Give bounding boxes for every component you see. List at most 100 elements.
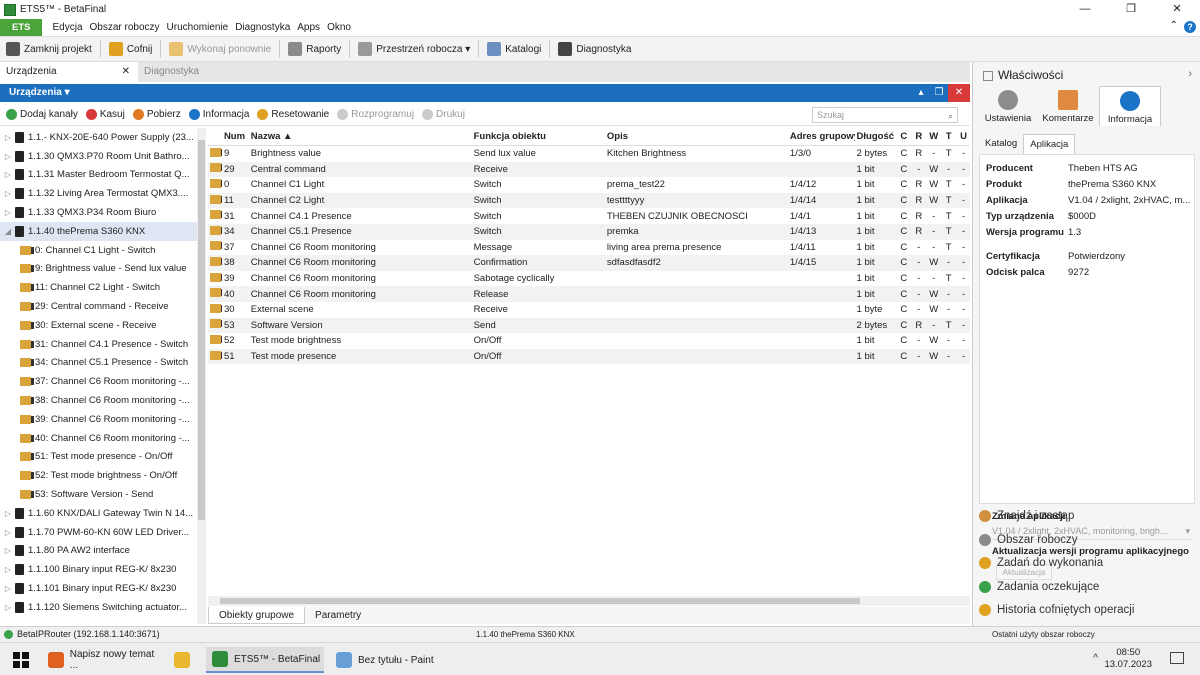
table-row[interactable]: 51 Test mode presence On/Off 1 bit C - W - - (208, 348, 970, 365)
tab-urzadzenia[interactable]: Urządzenia ✕ (0, 62, 138, 82)
clock[interactable]: 08:50 13.07.2023 (1104, 647, 1152, 671)
tray-expand-icon[interactable]: ^ (1093, 653, 1098, 664)
tree-group-object-item[interactable]: 9: Brightness value - Send lux value (0, 260, 205, 279)
table-row[interactable]: 29 Central command Receive 1 bit C - W - - (208, 161, 970, 178)
devices-add-button[interactable]: Dodaj kanały (6, 109, 78, 120)
tree-group-object-item[interactable]: 0: Channel C1 Light - Switch (0, 241, 205, 260)
link-undo-history[interactable]: Historia cofniętych operacji (979, 604, 1134, 616)
link-find-replace[interactable]: Znajdź i zastąp (979, 510, 1074, 522)
menu-diagnostyka[interactable]: Diagnostyka (235, 22, 290, 33)
link-todo[interactable]: Zadań do wykonania (979, 557, 1103, 569)
header-r[interactable]: R (910, 131, 925, 142)
expand-icon[interactable]: ▷ (3, 565, 13, 574)
tab-diagnostyka[interactable]: Diagnostyka (138, 62, 276, 82)
devices-panel-title[interactable]: Urządzenia ▾ (9, 87, 70, 98)
header-w[interactable]: W (925, 131, 940, 142)
taskbar-app-firefox[interactable]: Napisz nowy temat ... (42, 647, 164, 673)
tree-device-item[interactable]: ▷ 1.1.33 QMX3.P34 Room Biuro (0, 203, 205, 222)
panel-close-icon[interactable]: ✕ (948, 84, 970, 102)
taskbar-app-ets[interactable]: ETS5™ - BetaFinal (206, 647, 324, 673)
close-window-button[interactable]: ✕ (1154, 0, 1200, 19)
subtab-aplikacja[interactable]: Aplikacja (1023, 134, 1076, 154)
menu-okno[interactable]: Okno (327, 22, 351, 33)
close-tab-icon[interactable]: ✕ (122, 62, 130, 82)
chevron-down-icon[interactable]: ▾ (1185, 526, 1190, 537)
ets-menu[interactable]: ETS (0, 19, 43, 36)
toolbar-printer-button[interactable]: Raporty (288, 40, 351, 58)
subtab-katalog[interactable]: Katalog (979, 134, 1023, 154)
tree-group-object-item[interactable]: 11: Channel C2 Light - Switch (0, 278, 205, 297)
table-row[interactable]: 38 Channel C6 Room monitoring Confirmation… (208, 255, 970, 271)
devices-panel-header[interactable]: Urządzenia ▾ ▴ ❐ ✕ (0, 84, 970, 102)
header-t[interactable]: T (940, 131, 955, 142)
table-row[interactable]: 37 Channel C6 Room monitoring Message livin… (208, 240, 970, 256)
header-num[interactable]: Num (222, 131, 249, 142)
minimize-button[interactable]: — (1062, 0, 1108, 19)
table-row[interactable]: 34 Channel C5.1 Presence Switch premka 1/4/1… (208, 223, 970, 240)
panel-up-icon[interactable]: ▴ (912, 84, 930, 102)
expand-icon[interactable]: ▷ (3, 603, 13, 612)
chevron-right-icon[interactable]: › (1188, 68, 1192, 80)
menu-uruchomienie[interactable]: Uruchomienie (167, 22, 229, 33)
tree-group-object-item[interactable]: 52: Test mode brightness - On/Off (0, 466, 205, 485)
expand-icon[interactable]: ▷ (3, 208, 13, 217)
tree-group-object-item[interactable]: 53: Software Version - Send (0, 485, 205, 504)
menu-edycja[interactable]: Edycja (52, 22, 82, 33)
maximize-button[interactable]: ❐ (1108, 0, 1154, 19)
collapse-ribbon-icon[interactable]: ⌃ (1170, 20, 1178, 31)
table-row[interactable]: 39 Channel C6 Room monitoring Sabotage cyc… (208, 271, 970, 287)
tree-device-item[interactable]: ▷ 1.1.70 PWM-60-KN 60W LED Driver... (0, 523, 205, 542)
devices-unload-button[interactable]: Rozprogramuj (337, 109, 414, 120)
toolbar-close-project-button[interactable]: Zamknij projekt (6, 40, 101, 58)
tree-scrollbar-thumb[interactable] (198, 140, 205, 520)
expand-icon[interactable]: ▷ (3, 189, 13, 198)
tree-group-object-item[interactable]: 34: Channel C5.1 Presence - Switch (0, 354, 205, 373)
expand-icon[interactable]: ▷ (3, 170, 13, 179)
header-addr[interactable]: Adres grupowy (788, 131, 855, 142)
tab-informacja[interactable]: Informacja (1099, 86, 1161, 126)
header-len[interactable]: Długość (855, 131, 896, 142)
menu-obszar-roboczy[interactable]: Obszar roboczy (90, 22, 160, 33)
header-c[interactable]: C (895, 131, 910, 142)
tab-ustawienia[interactable]: Ustawienia (977, 86, 1039, 126)
tab-obiekty-grupowe[interactable]: Obiekty grupowe (208, 607, 306, 624)
tab-komentarze[interactable]: Komentarze (1037, 86, 1099, 126)
table-horizontal-scrollbar[interactable] (208, 596, 970, 606)
table-scrollbar-thumb[interactable] (220, 598, 860, 604)
table-row[interactable]: 52 Test mode brightness On/Off 1 bit C - W - - (208, 333, 970, 349)
devices-print-button[interactable]: Drukuj (422, 109, 465, 120)
toolbar-diagnostics-button[interactable]: Diagnostyka (558, 40, 639, 58)
table-row[interactable]: 9 Brightness value Send lux value Kitchen B… (208, 146, 970, 162)
tree-device-item[interactable]: ▷ 1.1.60 KNX/DALI Gateway Twin N 14... (0, 504, 205, 523)
tree-device-item[interactable]: ▷ 1.1.32 Living Area Termostat QMX3.... (0, 184, 205, 203)
start-button[interactable] (8, 647, 34, 673)
tree-device-item[interactable]: ▷ 1.1.120 Siemens Switching actuator... (0, 598, 205, 617)
tree-group-object-item[interactable]: 37: Channel C6 Room monitoring -... (0, 372, 205, 391)
expand-icon[interactable]: ▷ (3, 152, 13, 161)
expand-icon[interactable]: ▷ (3, 509, 13, 518)
tree-group-object-item[interactable]: 40: Channel C6 Room monitoring -... (0, 429, 205, 448)
panel-restore-icon[interactable]: ❐ (930, 84, 948, 102)
taskbar-app-file-explorer[interactable] (168, 647, 198, 673)
tree-group-object-item[interactable]: 51: Test mode presence - On/Off (0, 448, 205, 467)
tree-device-item[interactable]: ▷ 1.1.80 PA AW2 interface (0, 542, 205, 561)
devices-download-button[interactable]: Pobierz (132, 109, 181, 120)
tree-group-object-item[interactable]: 31: Channel C4.1 Presence - Switch (0, 335, 205, 354)
notifications-icon[interactable] (1170, 652, 1184, 664)
header-name[interactable]: Nazwa ▲ (249, 131, 472, 142)
link-workspace[interactable]: Obszar roboczy (979, 533, 1078, 546)
tree-scrollbar[interactable] (197, 128, 206, 624)
table-row[interactable]: 0 Channel C1 Light Switch prema_test22 1/4/1… (208, 177, 970, 193)
expand-icon[interactable]: ▷ (3, 133, 13, 142)
tree-group-object-item[interactable]: 29: Central command - Receive (0, 297, 205, 316)
toolbar-catalog-button[interactable]: Katalogi (487, 40, 551, 58)
devices-info-button[interactable]: Informacja (188, 109, 249, 120)
expand-icon[interactable]: ◢ (3, 227, 13, 236)
header-desc[interactable]: Opis (605, 131, 788, 142)
toolbar-redo-button[interactable]: Wykonaj ponownie (169, 40, 281, 58)
connection-status[interactable]: BetaIPRouter (192.168.1.140:3671) (4, 629, 160, 639)
toolbar-undo-button[interactable]: Cofnij (108, 40, 162, 58)
table-row[interactable]: 53 Software Version Send 2 bytes C R - T - (208, 317, 970, 334)
toolbar-workspace-button[interactable]: Przestrzeń robocza ▾ (358, 40, 480, 58)
table-row[interactable]: 11 Channel C2 Light Switch testtttyyy 1/4/14… (208, 192, 970, 209)
